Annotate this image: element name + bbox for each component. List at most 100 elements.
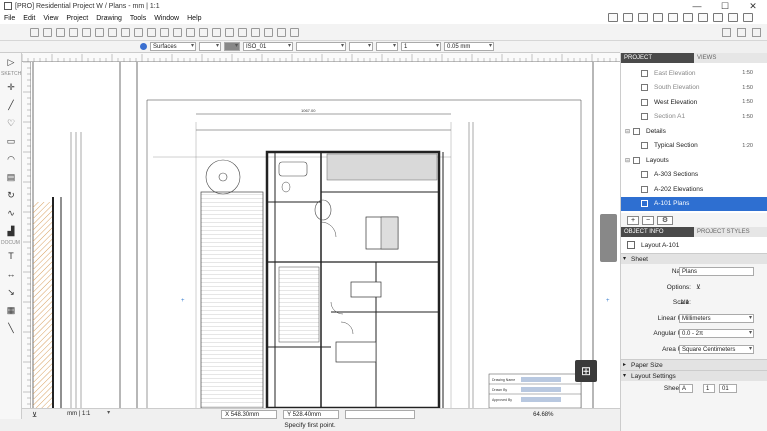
arrow-dropdown[interactable] [376, 42, 398, 51]
linestyle-dropdown[interactable] [349, 42, 373, 51]
paste-icon[interactable] [698, 13, 708, 22]
extra-coordinate-field[interactable] [345, 410, 416, 419]
point-tool-icon[interactable]: ✛ [0, 78, 22, 96]
surface-dropdown[interactable]: Surfaces [150, 42, 196, 51]
options-pin-icon[interactable]: ⊻ [696, 283, 701, 291]
visibility-icon[interactable]: ⊟ [625, 128, 630, 135]
close-button[interactable]: ✕ [739, 0, 767, 12]
gear-icon[interactable]: ⚙ [657, 215, 673, 225]
linetype-dropdown[interactable] [296, 42, 346, 51]
curve-tool-icon[interactable]: ∿ [0, 204, 22, 222]
tools-icon[interactable] [737, 28, 746, 37]
tree-item[interactable]: ⊟ Layouts [621, 153, 767, 168]
panel-icon[interactable] [722, 28, 731, 37]
drawing-canvas[interactable]: 1067.00 Drawing Name Drawn By Approved B… [31, 62, 620, 408]
line-width-dropdown[interactable]: 0.05 mm [444, 42, 494, 51]
sheet-section[interactable]: Sheet [621, 253, 767, 265]
offset-icon[interactable] [173, 28, 182, 37]
select-tool-icon[interactable]: ▷ [0, 53, 22, 71]
pin-icon[interactable]: ⊻ [32, 411, 37, 419]
select-arrow-icon[interactable] [30, 28, 39, 37]
paste-tool-icon[interactable] [95, 28, 104, 37]
tree-item[interactable]: West Elevation 1:50 [621, 95, 767, 110]
rotate-icon[interactable] [147, 28, 156, 37]
tree-item[interactable]: East Elevation 1:50 [621, 66, 767, 81]
polyline-icon[interactable] [121, 28, 130, 37]
paper-size-section[interactable]: Paper Size [621, 359, 767, 371]
hatch-icon[interactable] [212, 28, 221, 37]
print-icon[interactable] [668, 13, 678, 22]
rotate-tool-icon[interactable]: ↻ [0, 186, 22, 204]
export-icon[interactable] [713, 13, 723, 22]
tree-item[interactable]: A-303 Sections [621, 168, 767, 183]
fill-tool-icon[interactable]: ▤ [0, 168, 22, 186]
extend-icon[interactable] [199, 28, 208, 37]
name-field[interactable]: Plans [679, 267, 754, 277]
tree-item[interactable]: South Elevation 1:50 [621, 81, 767, 96]
help-icon[interactable] [743, 13, 753, 22]
door-icon[interactable] [277, 28, 286, 37]
add-button[interactable]: + [627, 215, 639, 225]
layer-dropdown[interactable]: ISO_01 [243, 42, 293, 51]
undo-icon[interactable] [43, 28, 52, 37]
trim-icon[interactable] [186, 28, 195, 37]
sheet-id-prefix[interactable]: A [679, 384, 693, 394]
crosshair-icon[interactable] [251, 28, 260, 37]
tree-item[interactable]: A-101 Plans [621, 196, 767, 211]
angular-unit-select[interactable]: 0.0 - 2π [679, 329, 754, 339]
tree-item[interactable]: Typical Section 1:20 [621, 139, 767, 154]
menu-file[interactable]: File [4, 15, 15, 22]
maximize-button[interactable]: ☐ [711, 0, 739, 12]
cut-icon[interactable] [69, 28, 78, 37]
copy-tool-icon[interactable] [82, 28, 91, 37]
layer-toggle[interactable] [224, 42, 240, 51]
shape-tool-icon[interactable]: ♡ [0, 114, 22, 132]
mirror-icon[interactable] [160, 28, 169, 37]
grid-icon[interactable] [623, 13, 633, 22]
layer-icon[interactable] [653, 13, 663, 22]
zoom-level[interactable]: 64.68% [533, 412, 553, 418]
tab-project[interactable]: PROJECT [621, 53, 694, 63]
settings-icon[interactable] [728, 13, 738, 22]
text-icon[interactable] [238, 28, 247, 37]
measure-tool-icon[interactable]: ╲ [0, 319, 22, 337]
menu-help[interactable]: Help [187, 15, 201, 22]
tree-item[interactable]: ⊟ Details [621, 124, 767, 139]
tab-views[interactable]: VIEWS [694, 53, 767, 63]
copy-icon[interactable] [683, 13, 693, 22]
eraser-tool-icon[interactable]: ▟ [0, 222, 22, 240]
units-dropdown[interactable]: mm | 1:1 [65, 409, 111, 419]
tab-project-styles[interactable]: PROJECT STYLES [694, 227, 767, 237]
remove-button[interactable]: − [642, 215, 654, 225]
pen-dropdown[interactable] [199, 42, 221, 51]
linear-unit-select[interactable]: Millimeters [679, 313, 754, 323]
add-view-icon[interactable]: ⊞ [575, 360, 597, 382]
tab-object-info[interactable]: OBJECT INFO [621, 227, 694, 237]
menu-project[interactable]: Project [66, 15, 88, 22]
minimize-button[interactable]: — [683, 0, 711, 12]
menu-tools[interactable]: Tools [130, 15, 146, 22]
redo-icon[interactable] [56, 28, 65, 37]
window-tool-icon[interactable] [290, 28, 299, 37]
table-tool-icon[interactable]: ▦ [0, 301, 22, 319]
leader-tool-icon[interactable]: ↘ [0, 283, 22, 301]
line-value-dropdown[interactable]: 1 [401, 42, 441, 51]
arc-tool-icon[interactable]: ◠ [0, 150, 22, 168]
menu-view[interactable]: View [43, 15, 58, 22]
line-draw-icon[interactable]: ╱ [0, 96, 22, 114]
snap-icon[interactable] [608, 13, 618, 22]
layout-icon[interactable] [752, 28, 761, 37]
move-icon[interactable] [134, 28, 143, 37]
menu-window[interactable]: Window [154, 15, 179, 22]
wall-icon[interactable] [264, 28, 273, 37]
dimension-icon[interactable] [225, 28, 234, 37]
ortho-icon[interactable] [638, 13, 648, 22]
rectangle-tool-icon[interactable]: ▭ [0, 132, 22, 150]
view-navigator[interactable] [600, 214, 617, 262]
sheet-id-number[interactable]: 1 [703, 384, 715, 394]
color-swatch[interactable] [140, 43, 147, 50]
menu-edit[interactable]: Edit [23, 15, 35, 22]
menu-drawing[interactable]: Drawing [96, 15, 122, 22]
line-tool-icon[interactable] [108, 28, 117, 37]
tree-item[interactable]: Section A1 1:50 [621, 110, 767, 125]
